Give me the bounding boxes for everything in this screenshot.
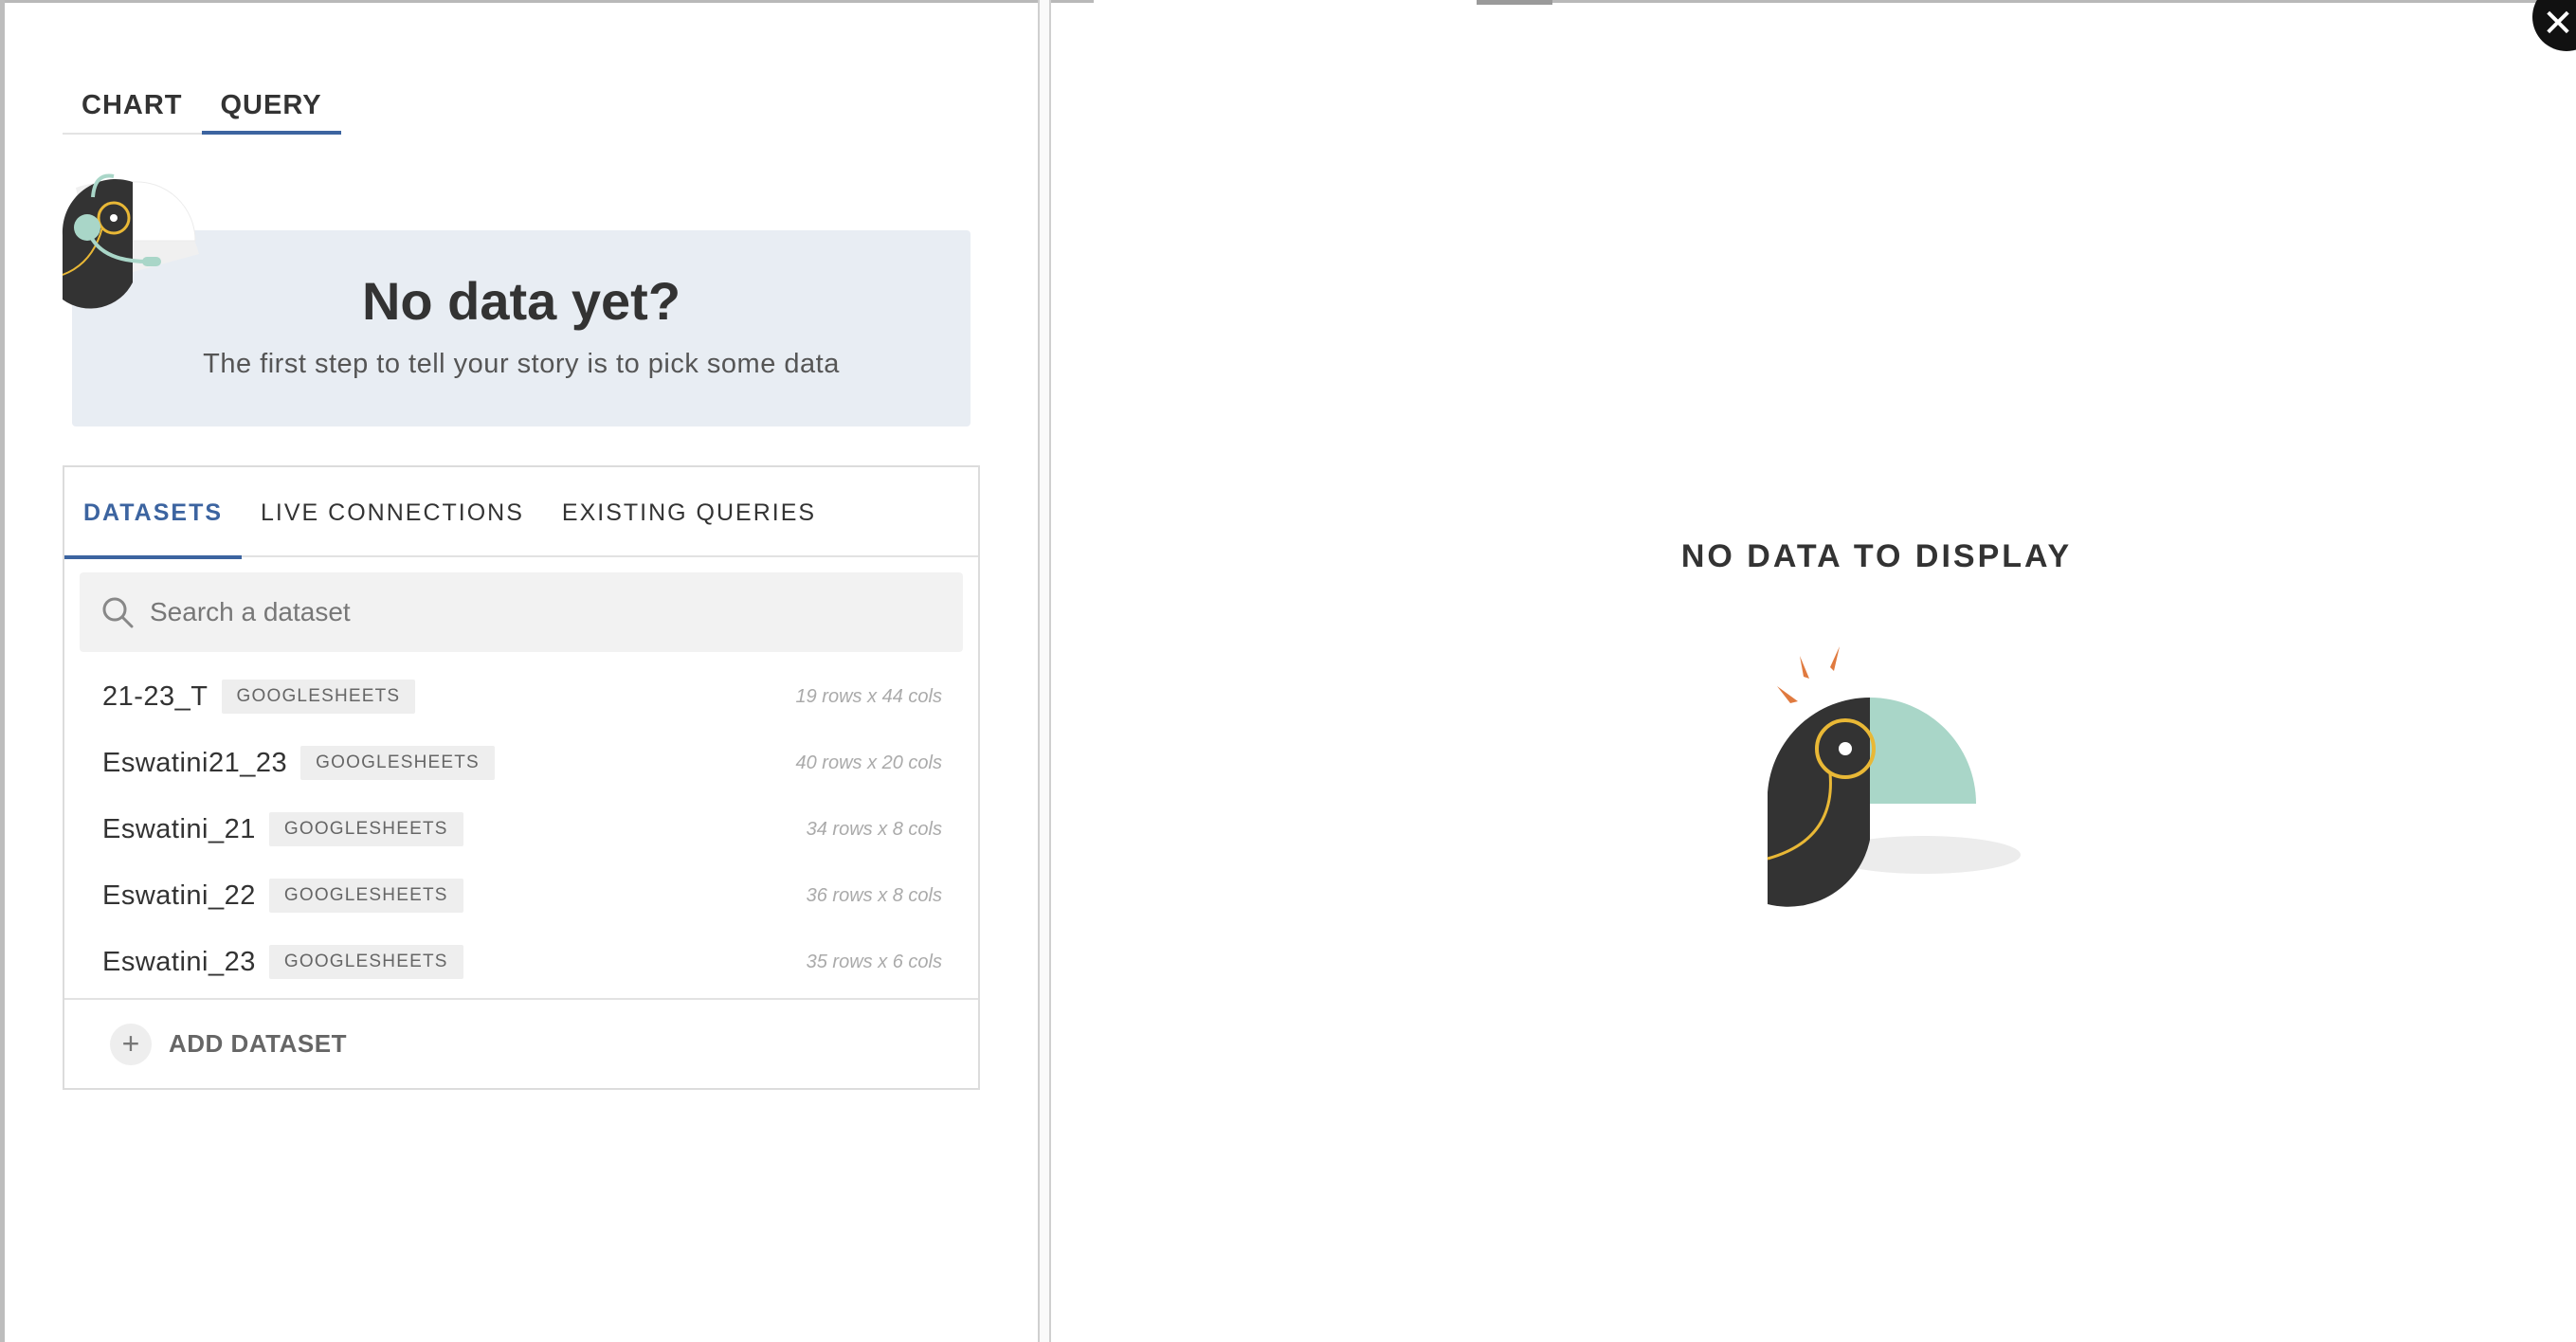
dataset-row[interactable]: 21-23_T GOOGLESHEETS 19 rows x 44 cols <box>64 663 978 730</box>
dataset-picker: DATASETS LIVE CONNECTIONS EXISTING QUERI… <box>63 465 980 1090</box>
dataset-list: 21-23_T GOOGLESHEETS 19 rows x 44 cols E… <box>64 663 978 995</box>
dataset-row[interactable]: Eswatini_22 GOOGLESHEETS 36 rows x 8 col… <box>64 862 978 929</box>
dataset-name: Eswatini_21 <box>102 813 256 844</box>
bird-eye <box>110 214 118 222</box>
spark <box>1800 656 1809 679</box>
dataset-row[interactable]: Eswatini_21 GOOGLESHEETS 34 rows x 8 col… <box>64 796 978 862</box>
dataset-source-tabs: DATASETS LIVE CONNECTIONS EXISTING QUERI… <box>64 467 978 559</box>
search-icon <box>102 597 134 628</box>
dataset-source-badge: GOOGLESHEETS <box>268 879 463 913</box>
editor-panel: CHART QUERY No data yet? The first step … <box>0 0 1038 1342</box>
dataset-size: 40 rows x 20 cols <box>795 752 942 773</box>
banner-subtitle: The first step to tell your story is to … <box>203 349 840 379</box>
dataset-name: Eswatini_23 <box>102 946 256 977</box>
bird-beak <box>1870 698 1976 804</box>
tab-live-connections[interactable]: LIVE CONNECTIONS <box>242 467 543 557</box>
bird-monocle-illustration <box>1767 646 2021 907</box>
window-top-border-right <box>1477 0 2538 3</box>
bird-with-headset-illustration <box>62 173 199 309</box>
dataset-name: Eswatini21_23 <box>102 747 288 778</box>
empty-state-title: NO DATA TO DISPLAY <box>1680 538 2073 574</box>
dataset-search <box>80 572 963 652</box>
mode-tabs: CHART QUERY <box>63 83 341 135</box>
dataset-row[interactable]: Eswatini_23 GOOGLESHEETS 35 rows x 6 col… <box>64 929 978 995</box>
bird-eye <box>1839 742 1852 755</box>
add-dataset-label: ADD DATASET <box>169 1029 347 1058</box>
close-icon: ✕ <box>2542 3 2574 45</box>
dataset-name: 21-23_T <box>102 680 209 712</box>
bird-beak <box>132 181 196 242</box>
panel-resize-divider[interactable] <box>1038 0 1051 1342</box>
headset-earpiece <box>74 214 100 241</box>
dataset-size: 36 rows x 8 cols <box>806 884 942 906</box>
dataset-name: Eswatini_22 <box>102 880 256 911</box>
search-input[interactable] <box>148 596 925 628</box>
close-button[interactable]: ✕ <box>2532 0 2576 51</box>
spark <box>1777 686 1798 703</box>
dataset-size: 19 rows x 44 cols <box>795 685 942 707</box>
tab-query[interactable]: QUERY <box>201 83 341 135</box>
plus-icon: + <box>110 1023 152 1065</box>
add-dataset-button[interactable]: + ADD DATASET <box>64 998 978 1088</box>
dataset-row[interactable]: Eswatini21_23 GOOGLESHEETS 40 rows x 20 … <box>64 730 978 796</box>
dataset-source-badge: GOOGLESHEETS <box>268 812 463 846</box>
tab-datasets[interactable]: DATASETS <box>64 467 243 559</box>
spark <box>1830 646 1840 671</box>
bird-head <box>1768 697 1870 907</box>
dataset-source-badge: GOOGLESHEETS <box>268 945 463 979</box>
dataset-source-badge: GOOGLESHEETS <box>300 746 495 780</box>
dataset-size: 34 rows x 8 cols <box>806 818 942 840</box>
tab-existing-queries[interactable]: EXISTING QUERIES <box>543 467 835 557</box>
dataset-size: 35 rows x 6 cols <box>806 951 942 972</box>
dataset-source-badge: GOOGLESHEETS <box>221 680 416 714</box>
window-top-stub <box>1477 0 1552 5</box>
headset-mic-tip <box>142 257 161 266</box>
tab-chart[interactable]: CHART <box>63 83 202 135</box>
